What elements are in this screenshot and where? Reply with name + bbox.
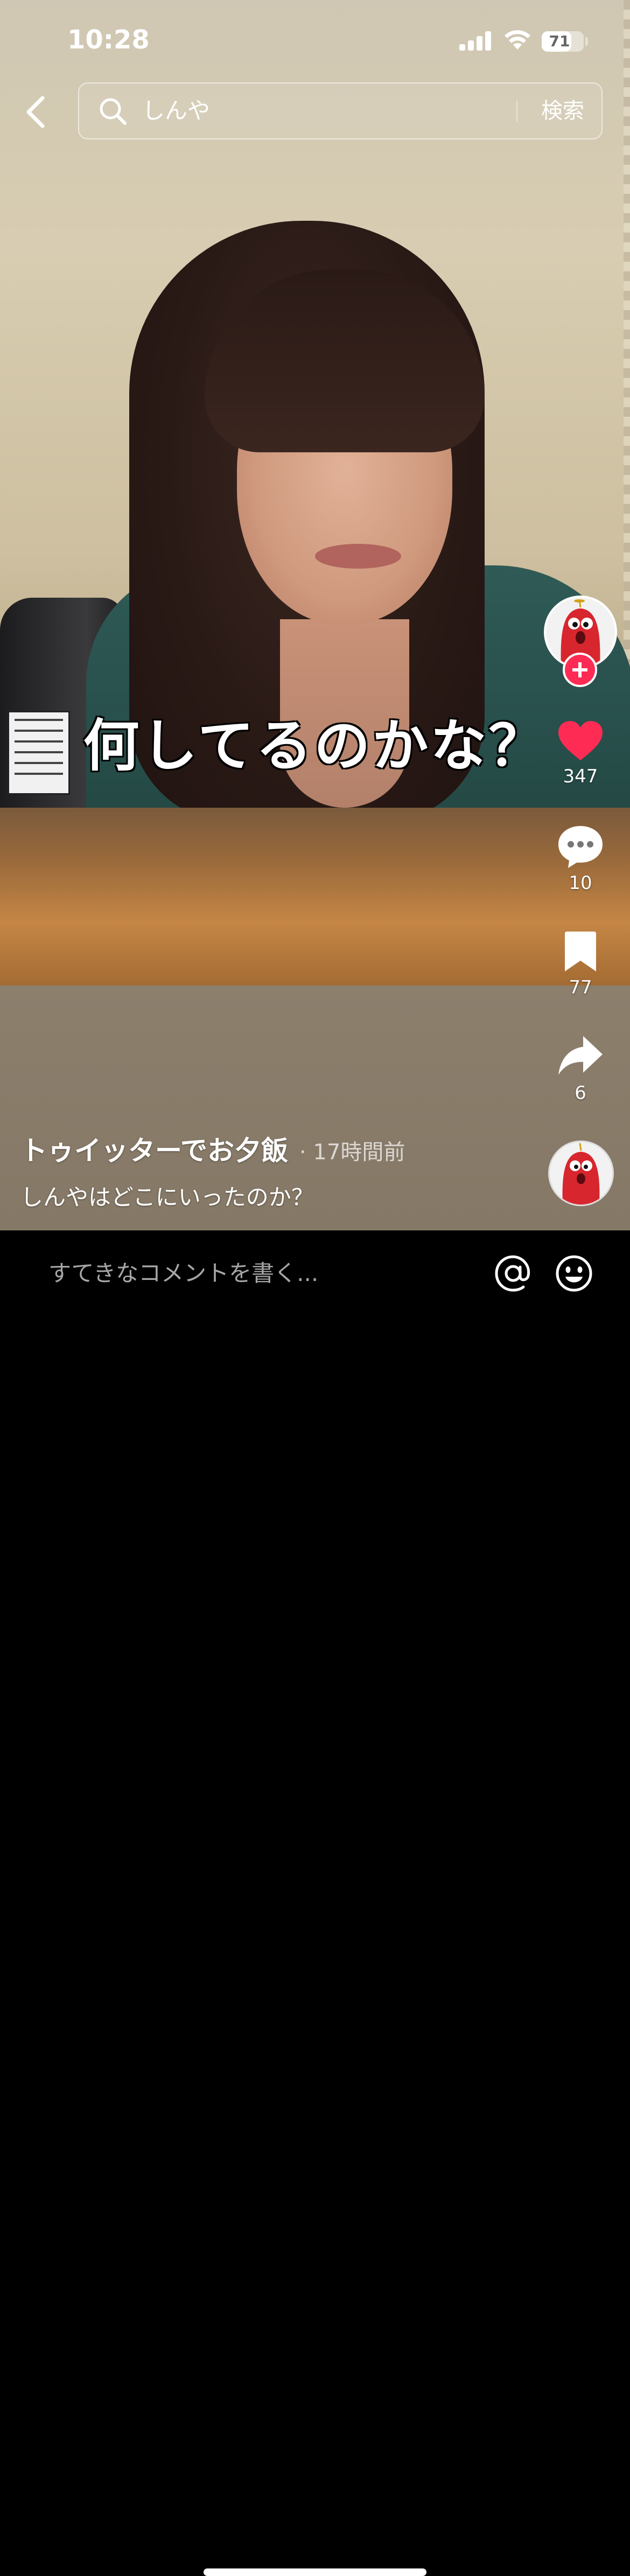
save-count: 77 bbox=[569, 977, 592, 998]
battery-percentage: 71 bbox=[549, 32, 570, 50]
share-count: 6 bbox=[575, 1082, 586, 1104]
save-button[interactable]: 77 bbox=[543, 930, 618, 998]
music-disc[interactable] bbox=[548, 1140, 614, 1206]
share-button[interactable]: 6 bbox=[543, 1034, 618, 1104]
wifi-icon bbox=[505, 30, 530, 50]
heart-icon bbox=[558, 721, 603, 760]
search-button[interactable]: 検索 bbox=[525, 83, 600, 138]
back-icon[interactable] bbox=[19, 92, 52, 132]
emoji-icon[interactable] bbox=[555, 1254, 593, 1293]
search-icon bbox=[100, 98, 127, 125]
status-bar: 10:28 71 bbox=[0, 0, 630, 81]
mention-icon[interactable] bbox=[494, 1254, 533, 1293]
search-input[interactable]: しんや bbox=[142, 83, 210, 138]
comment-bar: すてきなコメントを書く... bbox=[0, 1230, 630, 2576]
post-description[interactable]: しんやはどこにいったのか？ bbox=[20, 1179, 314, 1212]
bookmark-icon bbox=[565, 932, 596, 971]
battery-icon: 71 bbox=[542, 31, 584, 52]
status-time: 10:28 bbox=[67, 25, 150, 55]
table-top bbox=[0, 808, 630, 985]
follow-button[interactable] bbox=[563, 653, 597, 687]
comment-icon bbox=[558, 826, 603, 868]
battery-tip bbox=[585, 37, 588, 46]
like-count: 347 bbox=[563, 766, 598, 787]
video-frame[interactable] bbox=[0, 0, 630, 1230]
person-lips bbox=[315, 544, 401, 569]
share-icon bbox=[558, 1036, 603, 1075]
music-mascot bbox=[550, 1142, 612, 1205]
comment-button[interactable]: 10 bbox=[543, 824, 618, 894]
search-divider bbox=[516, 101, 517, 122]
signal-icon bbox=[459, 31, 492, 51]
home-indicator bbox=[204, 2568, 426, 2576]
comment-input[interactable]: すてきなコメントを書く... bbox=[48, 1230, 318, 1317]
like-button[interactable]: 347 bbox=[543, 719, 618, 787]
video-caption: 何してるのかな？ bbox=[83, 713, 547, 779]
comment-count: 10 bbox=[569, 872, 592, 894]
author-name[interactable]: トゥイッターでお夕飯 bbox=[20, 1129, 288, 1168]
post-time: · 17時間前 bbox=[299, 1140, 405, 1165]
search-bar[interactable]: しんや 検索 bbox=[78, 82, 603, 139]
